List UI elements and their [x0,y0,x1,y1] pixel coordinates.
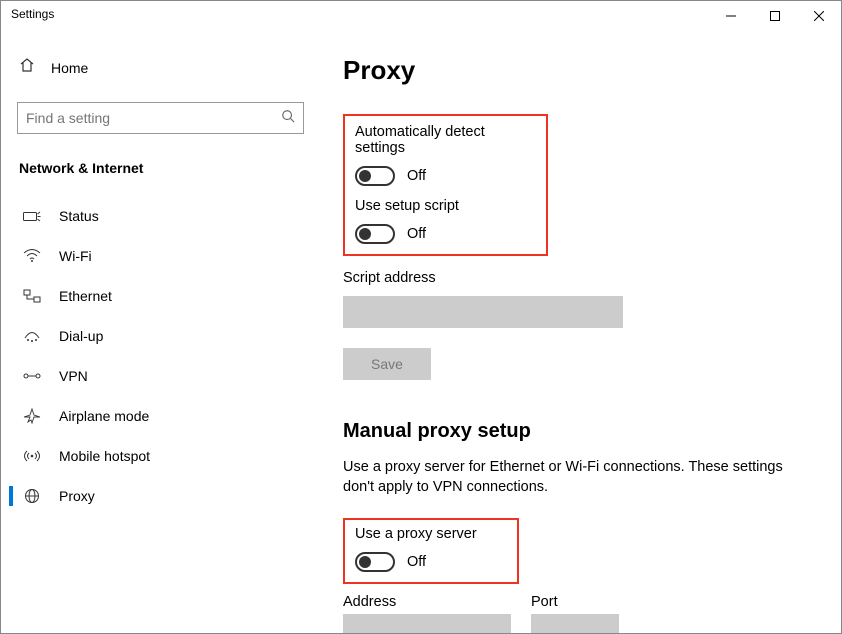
highlight-proxy-section: Use a proxy server Off [343,518,519,584]
manual-setup-heading: Manual proxy setup [343,420,811,443]
sidebar-item-dialup[interactable]: Dial-up [11,316,310,356]
sidebar-item-label: Mobile hotspot [59,448,150,464]
sidebar-item-label: Status [59,208,99,224]
script-address-input [343,296,623,328]
sidebar-item-label: VPN [59,368,88,384]
sidebar-item-label: Airplane mode [59,408,149,424]
sidebar-section-title: Network & Internet [11,152,310,184]
port-input [531,614,619,633]
setup-script-toggle[interactable] [355,224,395,244]
search-input[interactable] [26,110,281,126]
port-label: Port [531,594,619,610]
wifi-icon [23,249,41,263]
window-controls [709,1,841,31]
sidebar-item-status[interactable]: Status [11,196,310,236]
sidebar-item-label: Ethernet [59,288,112,304]
sidebar: Home Network & Internet Status Wi-Fi Eth… [1,33,313,633]
setup-script-label: Use setup script [355,198,536,214]
proxy-icon [23,488,41,504]
use-proxy-state: Off [407,554,426,570]
vpn-icon [23,369,41,383]
ethernet-icon [23,289,41,303]
hotspot-icon [23,448,41,464]
sidebar-home[interactable]: Home [11,51,310,84]
main-content: Proxy Automatically detect settings Off … [313,33,841,633]
home-icon [19,57,35,78]
page-title: Proxy [343,55,811,86]
sidebar-item-ethernet[interactable]: Ethernet [11,276,310,316]
address-label: Address [343,594,511,610]
use-proxy-toggle[interactable] [355,552,395,572]
highlight-auto-section: Automatically detect settings Off Use se… [343,114,548,256]
sidebar-item-label: Proxy [59,488,95,504]
minimize-button[interactable] [709,1,753,31]
sidebar-item-wifi[interactable]: Wi-Fi [11,236,310,276]
sidebar-item-vpn[interactable]: VPN [11,356,310,396]
airplane-icon [23,408,41,424]
search-icon [281,109,295,128]
titlebar: Settings [1,1,841,33]
use-proxy-label: Use a proxy server [355,526,507,542]
auto-detect-toggle[interactable] [355,166,395,186]
window-title: Settings [1,1,64,27]
save-button: Save [343,348,431,380]
home-label: Home [51,60,88,76]
close-button[interactable] [797,1,841,31]
status-icon [23,209,41,223]
sidebar-item-proxy[interactable]: Proxy [11,476,310,516]
sidebar-item-label: Wi-Fi [59,248,92,264]
auto-detect-state: Off [407,168,426,184]
maximize-button[interactable] [753,1,797,31]
dialup-icon [23,329,41,343]
sidebar-item-label: Dial-up [59,328,103,344]
sidebar-item-airplane[interactable]: Airplane mode [11,396,310,436]
auto-detect-label: Automatically detect settings [355,124,536,156]
setup-script-state: Off [407,226,426,242]
sidebar-item-hotspot[interactable]: Mobile hotspot [11,436,310,476]
script-address-label: Script address [343,270,811,286]
manual-setup-description: Use a proxy server for Ethernet or Wi-Fi… [343,457,783,498]
search-input-box[interactable] [17,102,304,134]
address-input [343,614,511,633]
